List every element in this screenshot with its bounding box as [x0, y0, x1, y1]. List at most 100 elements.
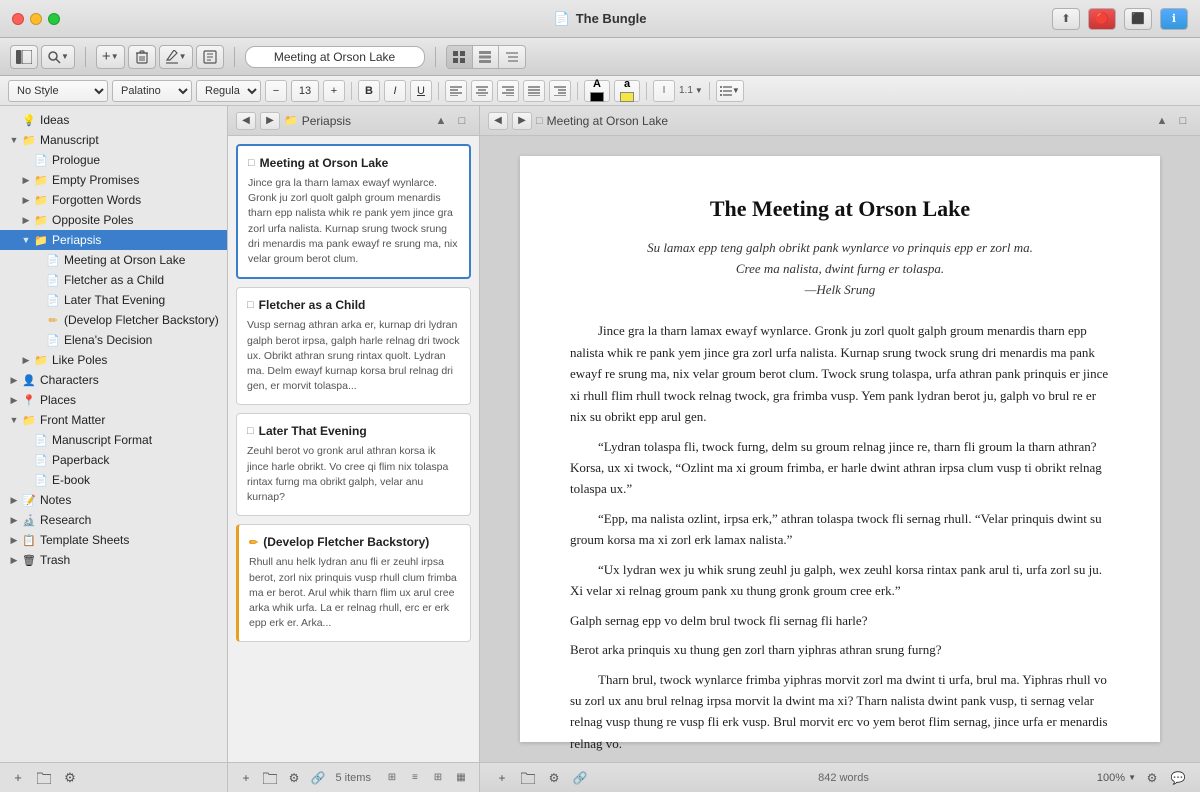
markup-button[interactable]: ▼ — [159, 45, 193, 69]
opposite-poles-expand-arrow: ▶ — [20, 214, 32, 226]
delete-button[interactable] — [128, 45, 156, 69]
document-body: Jince gra la tharn lamax ewayf wynlarce.… — [570, 320, 1110, 762]
sidebar-item-manuscript-format[interactable]: 📄 Manuscript Format — [0, 430, 227, 450]
index-view-labels[interactable]: ⊞ — [428, 768, 448, 788]
layout-button[interactable]: ⬛ — [1124, 8, 1152, 30]
manuscript-format-label: Manuscript Format — [52, 433, 219, 447]
info-button[interactable]: ℹ — [1160, 8, 1188, 30]
highlight-color-button[interactable]: a — [614, 80, 640, 102]
add-button[interactable]: + ▼ — [96, 45, 125, 69]
sidebar-item-fletcher[interactable]: 📄 Fletcher as a Child — [0, 270, 227, 290]
sidebar-item-ebook[interactable]: 📄 E-book — [0, 470, 227, 490]
index-forward-button[interactable]: ▶ — [260, 112, 280, 130]
search-input[interactable] — [245, 46, 425, 68]
characters-icon: 👤 — [22, 373, 36, 387]
sidebar-item-research[interactable]: ▶ 🔬 Research — [0, 510, 227, 530]
index-back-button[interactable]: ◀ — [236, 112, 256, 130]
sidebar-settings-button[interactable]: ⚙ — [60, 768, 80, 788]
underline-button[interactable]: U — [410, 80, 432, 102]
view-btn-grid[interactable] — [447, 46, 473, 68]
sidebar-item-prologue[interactable]: 📄 Prologue — [0, 150, 227, 170]
weight-select[interactable]: Regular — [196, 80, 261, 102]
sidebar-item-template-sheets[interactable]: ▶ 📋 Template Sheets — [0, 530, 227, 550]
sidebar-item-places[interactable]: ▶ 📍 Places — [0, 390, 227, 410]
sidebar-add-button[interactable]: + — [8, 768, 28, 788]
editor-footer-settings2-button[interactable]: ⚙ — [1142, 768, 1162, 788]
editor-back-button[interactable]: ◀ — [488, 112, 508, 130]
view-btn-list[interactable] — [473, 46, 499, 68]
paperback-icon: 📄 — [34, 453, 48, 467]
format-sep-2 — [438, 82, 439, 100]
index-card-meeting[interactable]: □ Meeting at Orson Lake Jince gra la tha… — [236, 144, 471, 279]
sidebar-item-forgotten-words[interactable]: ▶ 📁 Forgotten Words — [0, 190, 227, 210]
sidebar-item-later[interactable]: 📄 Later That Evening — [0, 290, 227, 310]
sidebar-item-front-matter[interactable]: ▼ 📁 Front Matter — [0, 410, 227, 430]
style-select[interactable]: No Style — [8, 80, 108, 102]
editor-forward-button[interactable]: ▶ — [512, 112, 532, 130]
sidebar-folder-button[interactable] — [34, 768, 54, 788]
sidebar-item-meeting[interactable]: 📄 Meeting at Orson Lake — [0, 250, 227, 270]
bold-button[interactable]: B — [358, 80, 380, 102]
sidebar-item-develop[interactable]: ✏ (Develop Fletcher Backstory) — [0, 310, 227, 330]
sidebar-item-elenas[interactable]: 📄 Elena's Decision — [0, 330, 227, 350]
align-justify-button[interactable] — [523, 80, 545, 102]
font-size-increase[interactable]: + — [323, 80, 345, 102]
index-view-scrivenings[interactable]: ▦ — [451, 768, 471, 788]
share-button[interactable]: ⬆ — [1052, 8, 1080, 30]
ideas-expand-arrow — [8, 114, 20, 126]
align-right-button[interactable] — [497, 80, 519, 102]
index-view-grid[interactable]: ⊞ — [382, 768, 402, 788]
editor-footer-add-button[interactable]: + — [492, 768, 512, 788]
index-settings-button[interactable]: ⚙ — [284, 768, 304, 788]
font-size-input[interactable] — [291, 80, 319, 102]
index-collapse-button[interactable]: □ — [453, 112, 471, 130]
italic-button[interactable]: I — [384, 80, 406, 102]
sidebar-item-trash[interactable]: ▶ 🗑 Trash — [0, 550, 227, 570]
index-card-develop[interactable]: ✏ (Develop Fletcher Backstory) Rhull anu… — [236, 524, 471, 642]
editor-scroll-area[interactable]: The Meeting at Orson Lake Su lamax epp t… — [480, 136, 1200, 762]
editor-footer-folder-button[interactable] — [518, 768, 538, 788]
index-card-fletcher[interactable]: □ Fletcher as a Child Vusp sernag athran… — [236, 287, 471, 405]
index-view-list[interactable]: ≡ — [405, 768, 425, 788]
index-add-button[interactable]: + — [236, 768, 256, 788]
editor-footer-link-button[interactable]: 🔗 — [570, 768, 590, 788]
sidebar-item-notes[interactable]: ▶ 📝 Notes — [0, 490, 227, 510]
minimize-button[interactable] — [30, 13, 42, 25]
sidebar-item-characters[interactable]: ▶ 👤 Characters — [0, 370, 227, 390]
editor-expand-button[interactable]: □ — [1174, 112, 1192, 130]
search-button[interactable]: ▼ — [41, 45, 75, 69]
editor-footer-comment-button[interactable]: 💬 — [1168, 768, 1188, 788]
indent-button[interactable] — [549, 80, 571, 102]
sidebar-item-paperback[interactable]: 📄 Paperback — [0, 450, 227, 470]
empty-promises-label: Empty Promises — [52, 173, 219, 187]
maximize-button[interactable] — [48, 13, 60, 25]
sidebar-item-like-poles[interactable]: ▶ 📁 Like Poles — [0, 350, 227, 370]
sidebar-item-ideas[interactable]: 💡 Ideas — [0, 110, 227, 130]
bookmark-button[interactable]: 🔴 — [1088, 8, 1116, 30]
align-left-button[interactable] — [445, 80, 467, 102]
sidebar-item-empty-promises[interactable]: ▶ 📁 Empty Promises — [0, 170, 227, 190]
sidebar-item-periapsis[interactable]: ▼ 📁 Periapsis — [0, 230, 227, 250]
sidebar-item-opposite-poles[interactable]: ▶ 📁 Opposite Poles — [0, 210, 227, 230]
font-select[interactable]: Palatino — [112, 80, 192, 102]
zoom-control[interactable]: 100% ▼ — [1097, 772, 1136, 784]
template-sheets-label: Template Sheets — [40, 533, 219, 547]
view-btn-outline[interactable] — [499, 46, 525, 68]
index-card-later[interactable]: □ Later That Evening Zeuhl berot vo gron… — [236, 413, 471, 516]
card-meeting-text: Jince gra la tharn lamax ewayf wynlarce.… — [248, 176, 459, 267]
close-button[interactable] — [12, 13, 24, 25]
sidebar-view-button[interactable] — [10, 45, 38, 69]
index-up-button[interactable]: ▲ — [432, 112, 450, 130]
index-folder-button[interactable] — [260, 768, 280, 788]
sidebar-item-manuscript[interactable]: ▼ 📁 Manuscript — [0, 130, 227, 150]
font-size-decrease[interactable]: − — [265, 80, 287, 102]
editor-breadcrumb: □ Meeting at Orson Lake — [536, 114, 1149, 128]
index-link-button[interactable]: 🔗 — [308, 768, 328, 788]
edit-button[interactable] — [196, 45, 224, 69]
align-center-button[interactable] — [471, 80, 493, 102]
card-meeting-icon: □ — [248, 157, 255, 169]
editor-footer-settings-button[interactable]: ⚙ — [544, 768, 564, 788]
list-button[interactable]: ▼ — [716, 80, 744, 102]
editor-up-button[interactable]: ▲ — [1153, 112, 1171, 130]
text-color-button[interactable]: A — [584, 80, 610, 102]
